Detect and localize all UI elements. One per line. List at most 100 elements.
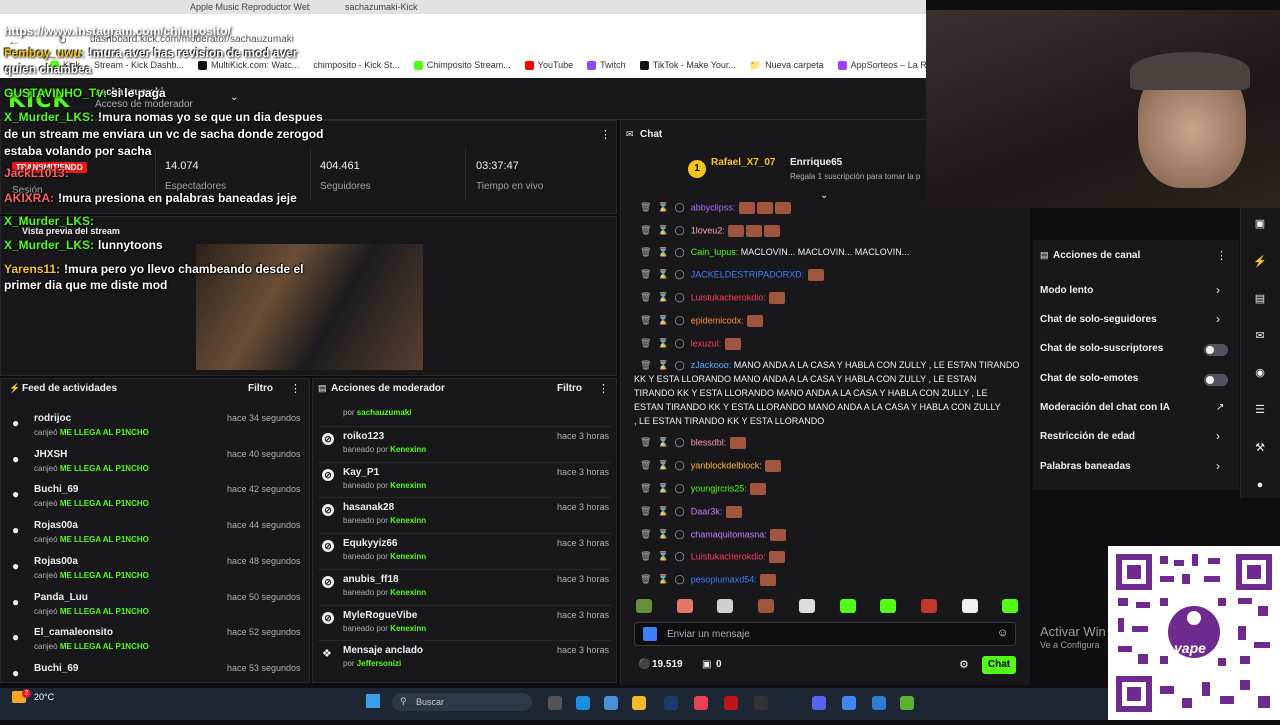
- emote-picker-icon[interactable]: [643, 627, 657, 641]
- minecraft-icon[interactable]: [900, 696, 914, 710]
- mod-action-user[interactable]: Kay_P1: [343, 467, 379, 478]
- bolt-icon[interactable]: ⚡: [1252, 254, 1268, 270]
- delete-icon[interactable]: 🗑: [640, 574, 651, 584]
- delete-icon[interactable]: 🗑: [640, 269, 651, 279]
- bookmark-chimposito-stream[interactable]: Chimposito Stream...: [413, 60, 511, 70]
- emote-shortcut-icon[interactable]: [798, 599, 815, 613]
- channel-action-5[interactable]: Restricción de edad: [1040, 431, 1135, 442]
- chat-message[interactable]: 🗑 ⌛ ◯ Luistukacherokdio:: [640, 292, 786, 304]
- timeout-icon[interactable]: ⌛: [657, 247, 668, 257]
- obs-icon[interactable]: [724, 696, 738, 710]
- bookmark-chimposito-kick[interactable]: chimposito - Kick St...: [313, 60, 400, 70]
- activity-feed-row[interactable]: ● Panda_Luu canjeó ME LLEGA AL P1NCHO hace …: [8, 589, 304, 623]
- emote-shortcut-icon[interactable]: [636, 599, 652, 613]
- chat-username[interactable]: lexuzul:: [691, 338, 722, 348]
- delete-icon[interactable]: 🗑: [640, 292, 651, 302]
- ban-shield-icon[interactable]: ◯: [675, 529, 685, 539]
- chat-message[interactable]: 🗑 ⌛ ◯ Cain_lupus: MACLOVIN... MACLOVIN... M…: [640, 247, 909, 258]
- channel-action-4[interactable]: Moderación del chat con IA: [1040, 402, 1170, 413]
- delete-icon[interactable]: 🗑: [640, 338, 651, 348]
- activity-feed-row[interactable]: ● Rojas00a canjeó ME LLEGA AL P1NCHO hace 4…: [8, 517, 304, 551]
- chevron-down-icon[interactable]: ⌄: [820, 190, 828, 201]
- steam-icon[interactable]: [782, 696, 796, 710]
- ban-shield-icon[interactable]: ◯: [675, 574, 685, 584]
- bookmark-youtube[interactable]: YouTube: [524, 60, 573, 70]
- wrench-icon[interactable]: ⚒: [1252, 440, 1268, 456]
- delete-icon[interactable]: 🗑: [640, 483, 651, 493]
- activity-user[interactable]: rodrijoc: [34, 413, 71, 424]
- timeout-icon[interactable]: ⌛: [657, 483, 668, 493]
- chat-username[interactable]: Cain_lupus:: [691, 247, 739, 257]
- mod-action-user[interactable]: MyleRogueVibe: [343, 610, 417, 621]
- chrome-icon[interactable]: [842, 696, 856, 710]
- chat-username[interactable]: pesopiumaxd54:: [691, 574, 757, 584]
- users-icon[interactable]: ●: [1252, 477, 1268, 493]
- ban-shield-icon[interactable]: ◯: [675, 551, 685, 561]
- mod-action-user[interactable]: hasanak28: [343, 502, 394, 513]
- channel-action-0[interactable]: Modo lento: [1040, 285, 1093, 296]
- list-icon[interactable]: ▤: [1252, 291, 1268, 307]
- emote-shortcut-icon[interactable]: [1002, 599, 1019, 613]
- ban-shield-icon[interactable]: ◯: [675, 247, 685, 257]
- mod-action-user[interactable]: Mensaje anclado: [343, 645, 423, 656]
- activity-user[interactable]: El_camaleonsito: [34, 627, 113, 638]
- chevron-right-icon[interactable]: ›: [1216, 312, 1220, 326]
- emote-shortcut-icon[interactable]: [880, 599, 897, 613]
- more-options-icon[interactable]: ⋮: [290, 382, 301, 395]
- emote-shortcut-icon[interactable]: [839, 599, 856, 613]
- store-icon[interactable]: ▣: [702, 659, 711, 670]
- chat-message[interactable]: 🗑 ⌛ ◯ Luistukacherokdio:: [640, 551, 786, 563]
- toggle-switch[interactable]: [1204, 344, 1228, 356]
- tab-apple-music[interactable]: Apple Music Reproductor Web: [190, 2, 310, 14]
- delete-icon[interactable]: 🗑: [640, 202, 651, 212]
- explorer-icon[interactable]: [632, 696, 646, 710]
- chat-username[interactable]: blessdbl:: [691, 437, 727, 447]
- chat-message[interactable]: 🗑 ⌛ ◯ lexuzul:: [640, 338, 742, 350]
- emote-shortcut-icon[interactable]: [961, 599, 978, 613]
- ban-shield-icon[interactable]: ◯: [675, 202, 685, 212]
- chevron-down-icon[interactable]: ⌄: [230, 92, 238, 103]
- delete-icon[interactable]: 🗑: [640, 360, 651, 370]
- ban-shield-icon[interactable]: ◯: [675, 460, 685, 470]
- chevron-right-icon[interactable]: ›: [1216, 283, 1220, 297]
- more-options-icon[interactable]: ⋮: [1216, 249, 1227, 262]
- chat-message[interactable]: 🗑 ⌛ ◯ yanblockdelblock:: [640, 460, 782, 472]
- delete-icon[interactable]: 🗑: [640, 506, 651, 516]
- chat-message[interactable]: 🗑 ⌛ ◯ abbyclipss:: [640, 202, 792, 214]
- chat-username[interactable]: youngjrcris25:: [691, 483, 747, 493]
- timeout-icon[interactable]: ⌛: [657, 551, 668, 561]
- chat-username[interactable]: chamaquitomasna:: [691, 529, 767, 539]
- gear-icon[interactable]: ⚙: [959, 658, 969, 671]
- ban-shield-icon[interactable]: ◯: [675, 292, 685, 302]
- channel-action-3[interactable]: Chat de solo-emotes: [1040, 373, 1138, 384]
- ban-shield-icon[interactable]: ◯: [675, 269, 685, 279]
- bookmark-stream[interactable]: Stream - Kick Dashb...: [94, 60, 184, 70]
- mod-actions-filter-button[interactable]: Filtro: [557, 383, 582, 394]
- activity-user[interactable]: Rojas00a: [34, 520, 78, 531]
- chat-message[interactable]: KK Y ESTA LLORANDO MANO ANDA A LA CASA Y…: [634, 374, 976, 384]
- chat-message[interactable]: , LE ESTAN TIRANDO KK Y ESTA LLORANDO: [634, 416, 824, 426]
- activity-feed-row[interactable]: ● JHXSH canjeó ME LLEGA AL P1NCHO hace 40 s…: [8, 446, 304, 480]
- activity-user[interactable]: Rojas00a: [34, 556, 78, 567]
- mod-action-row[interactable]: ⊘ MyleRogueVibe baneado por Kenexinn hace 3…: [318, 604, 612, 639]
- chat-username[interactable]: 1loveu2:: [691, 225, 725, 235]
- points-value[interactable]: 19.519: [652, 659, 683, 670]
- mod-action-row[interactable]: ⊘ Equkyyiz66 baneado por Kenexinn hace 3 ho…: [318, 533, 612, 567]
- timeout-icon[interactable]: ⌛: [657, 202, 668, 212]
- chat-message[interactable]: 🗑 ⌛ ◯ pesopiumaxd54:: [640, 574, 777, 586]
- gift-prompt[interactable]: Regala 1 suscripción para tomar la p: [790, 172, 920, 181]
- channel-action-1[interactable]: Chat de solo-seguidores: [1040, 314, 1157, 325]
- music-icon[interactable]: [694, 696, 708, 710]
- timeout-icon[interactable]: ⌛: [657, 437, 668, 447]
- chat-username[interactable]: yanblockdelblock:: [691, 460, 762, 470]
- toggle-switch[interactable]: [1204, 374, 1228, 386]
- mod-action-user[interactable]: anubis_ff18: [343, 574, 399, 585]
- bookmark-tiktok[interactable]: TikTok - Make Your...: [639, 60, 736, 70]
- more-options-icon[interactable]: ⋮: [600, 128, 611, 141]
- chat-username[interactable]: abbyclipss:: [691, 202, 736, 212]
- bookmark-twitch[interactable]: Twitch: [587, 60, 626, 70]
- mod-action-user[interactable]: roiko123: [343, 431, 384, 442]
- sliders-icon[interactable]: ☰: [1252, 402, 1268, 418]
- emote-shortcut-icon[interactable]: [676, 599, 693, 613]
- timeout-icon[interactable]: ⌛: [657, 360, 668, 370]
